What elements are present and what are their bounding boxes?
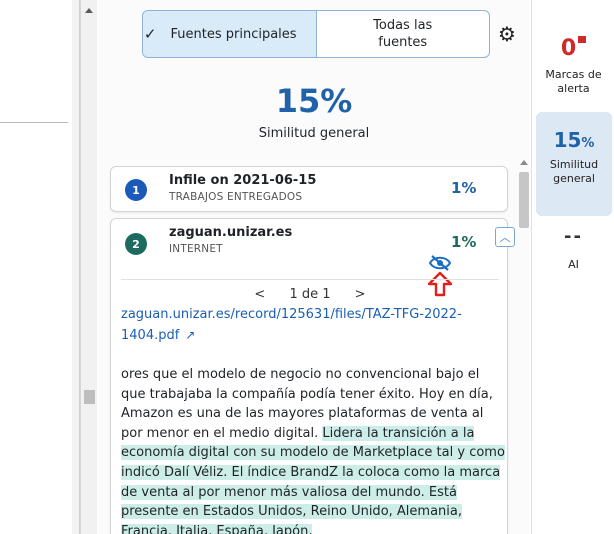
sources-scrollbar[interactable]	[518, 158, 530, 534]
source-url-text[interactable]: zaguan.unizar.es/record/125631/files/TAZ…	[121, 307, 462, 343]
source-number-badge: 2	[125, 233, 147, 255]
source-filter-toggle: ✓ Fuentes principales Todas las fuentes	[142, 10, 490, 58]
next-match-button[interactable]: >	[355, 287, 366, 302]
source-match-pct: 1%	[451, 233, 477, 251]
ai-score[interactable]: --	[532, 226, 614, 247]
source-title: zaguan.unizar.es	[169, 225, 293, 240]
scroll-thumb[interactable]	[519, 172, 529, 228]
scroll-up-arrow-icon[interactable]	[85, 8, 93, 13]
match-pager: < 1 de 1 >	[111, 287, 509, 302]
all-sources-button[interactable]: Todas las fuentes	[317, 11, 490, 57]
gear-icon[interactable]: ⚙	[498, 22, 516, 46]
match-counter: 1 de 1	[289, 287, 331, 302]
source-title: Infile on 2021-06-15	[169, 173, 317, 188]
alerts-count: 0	[560, 36, 577, 61]
similarity-number: 15	[553, 128, 582, 152]
document-viewer	[0, 0, 80, 534]
document-rule	[0, 122, 68, 123]
similarity-unit: %	[581, 136, 595, 151]
scroll-up-arrow-icon[interactable]	[520, 160, 528, 165]
all-sources-label: Todas las fuentes	[373, 18, 433, 50]
alerts-label: Marcas de alerta	[545, 68, 602, 95]
source-card-2[interactable]: 2 zaguan.unizar.es INTERNET 1% ︿ < 1 de …	[110, 218, 515, 534]
sources-panel: ✓ Fuentes principales Todas las fuentes …	[98, 0, 530, 534]
source-number-badge: 1	[125, 179, 147, 201]
similarity-tab-label: Similitud general	[549, 158, 599, 185]
overall-similarity-value: 15%	[275, 82, 353, 120]
check-icon: ✓	[143, 24, 157, 43]
card-divider	[121, 279, 499, 280]
similarity-tab[interactable]: 15% Similitud general	[536, 112, 612, 216]
source-match-pct: 1%	[451, 179, 477, 197]
overall-similarity-label: Similitud general	[258, 126, 370, 141]
alerts-button[interactable]: 0	[532, 36, 614, 61]
flag-icon	[578, 36, 587, 43]
chevron-up-icon: ︿	[499, 231, 511, 244]
primary-sources-button[interactable]: ✓ Fuentes principales	[143, 11, 317, 57]
hide-source-eye-icon[interactable]	[429, 255, 451, 271]
source-excerpt: ores que el modelo de negocio no convenc…	[121, 365, 505, 534]
document-scrollbar[interactable]	[80, 0, 97, 534]
ai-label: AI	[568, 258, 579, 271]
source-type: INTERNET	[169, 243, 223, 255]
right-rail: 0 Marcas de alerta 15% Similitud general…	[531, 0, 614, 534]
source-card-1[interactable]: 1 Infile on 2021-06-15 TRABAJOS ENTREGAD…	[110, 166, 508, 212]
external-link-icon[interactable]: ↗	[185, 325, 195, 345]
collapse-source-button[interactable]: ︿	[495, 227, 515, 247]
source-type: TRABAJOS ENTREGADOS	[169, 191, 303, 203]
source-url-link[interactable]: zaguan.unizar.es/record/125631/files/TAZ…	[121, 305, 501, 346]
similarity-value: 15%	[536, 128, 612, 152]
previous-match-button[interactable]: <	[254, 287, 265, 302]
primary-sources-label: Fuentes principales	[170, 26, 297, 42]
excerpt-highlight: Lidera la transición a la economía digit…	[121, 425, 505, 534]
document-page	[0, 0, 72, 534]
scroll-thumb[interactable]	[84, 390, 95, 404]
